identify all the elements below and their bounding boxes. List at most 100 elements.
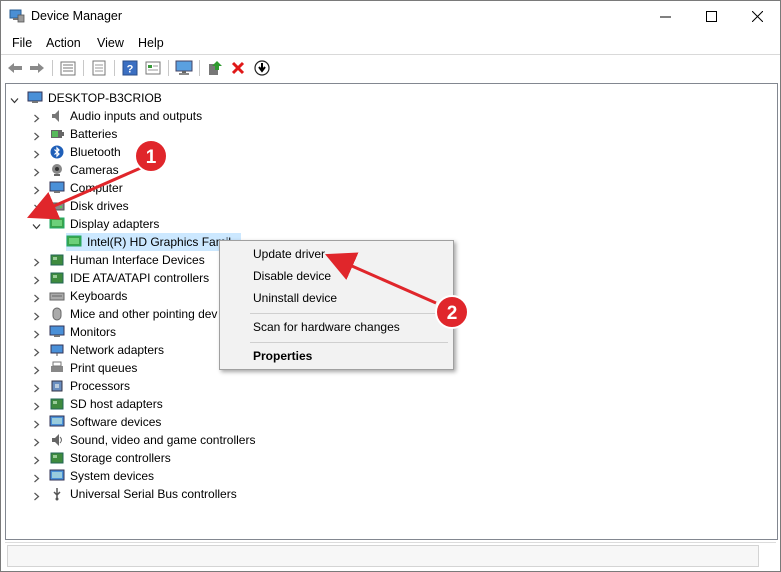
expand-right-chevron-icon[interactable] [32, 382, 41, 392]
update-driver-icon [209, 61, 222, 75]
tree-category-print-queues[interactable]: Print queues [32, 359, 137, 377]
expand-right-chevron-icon[interactable] [32, 436, 41, 446]
status-bar [5, 542, 776, 568]
view-resources-button[interactable] [144, 59, 162, 77]
tree-category-keyboards[interactable]: Keyboards [32, 287, 127, 305]
sd-adapter-icon [50, 398, 64, 410]
context-menu-scan-hardware[interactable]: Scan for hardware changes [253, 320, 400, 334]
enable-device-button[interactable] [253, 59, 271, 77]
expand-right-chevron-icon[interactable] [32, 418, 41, 428]
display-adapter-icon [66, 235, 82, 247]
tree-device-label: Intel(R) HD Graphics Famil [87, 235, 232, 249]
expand-right-chevron-icon[interactable] [32, 472, 41, 482]
tree-category-monitors[interactable]: Monitors [32, 323, 116, 341]
back-button[interactable] [6, 59, 24, 77]
expand-right-chevron-icon[interactable] [32, 400, 41, 410]
menu-view[interactable]: View [97, 36, 124, 50]
collapse-chevron-icon[interactable] [10, 94, 19, 103]
tree-category-bluetooth[interactable]: Bluetooth [32, 143, 121, 161]
tree-category-label: Disk drives [70, 199, 129, 213]
expand-right-chevron-icon[interactable] [32, 310, 41, 320]
tree-category-sound-video-and-game-controllers[interactable]: Sound, video and game controllers [32, 431, 255, 449]
download-icon [254, 60, 270, 76]
scan-hardware-button[interactable] [175, 59, 193, 77]
tree-category-universal-serial-bus-controllers[interactable]: Universal Serial Bus controllers [32, 485, 237, 503]
expand-right-chevron-icon[interactable] [32, 202, 41, 212]
bluetooth-icon [50, 145, 64, 159]
expand-right-chevron-icon[interactable] [32, 274, 41, 284]
expand-right-chevron-icon[interactable] [32, 166, 41, 176]
back-arrow-icon [8, 63, 22, 73]
tree-category-ide-ata-atapi-controllers[interactable]: IDE ATA/ATAPI controllers [32, 269, 209, 287]
forward-button[interactable] [28, 59, 46, 77]
menu-file[interactable]: File [12, 36, 32, 50]
battery-icon [51, 130, 64, 138]
context-menu-disable-device[interactable]: Disable device [253, 269, 331, 283]
uninstall-icon [231, 61, 245, 75]
tree-category-batteries[interactable]: Batteries [32, 125, 117, 143]
menu-action[interactable]: Action [46, 36, 81, 50]
expand-right-chevron-icon[interactable] [32, 364, 41, 374]
title-bar: Device Manager [1, 1, 780, 32]
tree-category-software-devices[interactable]: Software devices [32, 413, 161, 431]
tree-category-display-adapters[interactable]: Display adapters [32, 215, 159, 233]
expand-right-chevron-icon[interactable] [32, 130, 41, 140]
camera-icon [52, 164, 62, 176]
update-driver-button[interactable] [206, 59, 224, 77]
expand-right-chevron-icon[interactable] [32, 292, 41, 302]
tree-category-network-adapters[interactable]: Network adapters [32, 341, 164, 359]
tree-root-label: DESKTOP-B3CRIOB [48, 91, 162, 105]
context-menu-properties[interactable]: Properties [253, 349, 312, 363]
tree-category-disk-drives[interactable]: Disk drives [32, 197, 129, 215]
expand-right-chevron-icon[interactable] [32, 454, 41, 464]
tree-category-label: Keyboards [70, 289, 128, 303]
toolbar-separator [199, 60, 200, 76]
tree-category-mice-and-other-pointing-dev[interactable]: Mice and other pointing dev [32, 305, 217, 323]
uninstall-button[interactable] [229, 59, 247, 77]
expand-right-chevron-icon[interactable] [32, 148, 41, 158]
tree-category-label: Monitors [70, 325, 117, 339]
tree-category-processors[interactable]: Processors [32, 377, 130, 395]
expand-down-chevron-icon[interactable] [32, 220, 41, 229]
menu-help[interactable]: Help [138, 36, 164, 50]
view-resources-icon [145, 61, 161, 75]
hid-icon [50, 254, 64, 266]
maximize-button[interactable] [688, 1, 734, 32]
expand-right-chevron-icon[interactable] [32, 184, 41, 194]
tree-device-intel-hd-graphics[interactable]: Intel(R) HD Graphics Famil [66, 233, 242, 251]
tree-category-label: Processors [70, 379, 131, 393]
properties-button[interactable] [90, 59, 108, 77]
expand-right-chevron-icon[interactable] [32, 112, 41, 122]
mouse-icon [52, 307, 62, 321]
tree-root[interactable]: DESKTOP-B3CRIOB [10, 89, 162, 107]
minimize-button[interactable] [642, 1, 688, 32]
tree-category-label: Computer [70, 181, 123, 195]
tree-category-human-interface-devices[interactable]: Human Interface Devices [32, 251, 205, 269]
tree-category-label: Audio inputs and outputs [70, 109, 203, 123]
usb-icon [53, 488, 61, 501]
computer-icon [27, 91, 43, 103]
context-menu-uninstall-device[interactable]: Uninstall device [253, 291, 337, 305]
expand-right-chevron-icon[interactable] [32, 346, 41, 356]
tree-category-label: Cameras [70, 163, 119, 177]
printer-icon [51, 361, 63, 372]
show-hidden-button[interactable] [59, 59, 77, 77]
toolbar-separator [52, 60, 53, 76]
tree-category-system-devices[interactable]: System devices [32, 467, 154, 485]
tree-category-sd-host-adapters[interactable]: SD host adapters [32, 395, 163, 413]
expand-right-chevron-icon[interactable] [32, 328, 41, 338]
display-adapter-icon [49, 217, 65, 229]
tree-category-cameras[interactable]: Cameras [32, 161, 119, 179]
context-menu-update-driver[interactable]: Update driver [253, 247, 325, 261]
expand-right-chevron-icon[interactable] [32, 490, 41, 500]
minimize-icon [659, 16, 671, 18]
help-icon: ? [122, 60, 138, 76]
tree-category-computer[interactable]: Computer [32, 179, 123, 197]
expand-right-chevron-icon[interactable] [32, 256, 41, 266]
help-button[interactable]: ? [121, 59, 139, 77]
tree-category-storage-controllers[interactable]: Storage controllers [32, 449, 171, 467]
tree-category-audio-inputs-and-outputs[interactable]: Audio inputs and outputs [32, 107, 202, 125]
tree-category-label: System devices [70, 469, 155, 483]
monitor-icon [175, 60, 193, 75]
close-button[interactable] [734, 1, 780, 32]
